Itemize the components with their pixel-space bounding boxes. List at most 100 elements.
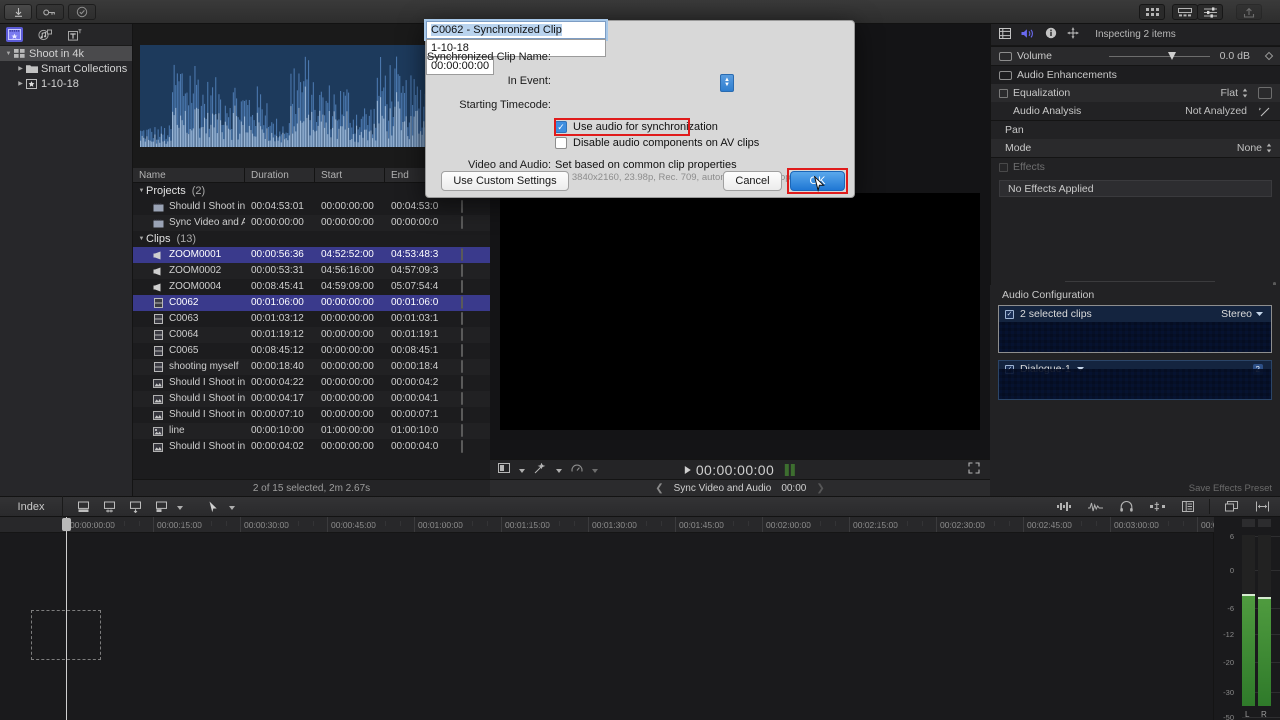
viewer-fullscreen-button[interactable] (968, 462, 980, 477)
clip-row-checkbox[interactable] (455, 359, 490, 375)
timeline-index-button[interactable]: Index (0, 501, 62, 513)
audio-component-selected-clips[interactable]: ✓ 2 selected clips Stereo (998, 305, 1272, 353)
column-header-duration[interactable]: Duration (245, 168, 315, 183)
clip-row-checkbox[interactable] (455, 279, 490, 295)
table-row[interactable]: Should I Shoot in 4K or...00:04:53:0100:… (133, 199, 490, 215)
table-row[interactable]: C006200:01:06:0000:00:00:0000:01:06:0 (133, 295, 490, 311)
chevron-updown-icon[interactable] (1242, 88, 1248, 98)
clip-row-checkbox[interactable] (455, 199, 490, 215)
effects-checkbox[interactable] (999, 163, 1008, 172)
sidebar-item-shoot-in-4k[interactable]: ▼Shoot in 4k (0, 46, 132, 61)
disable-audio-checkbox[interactable] (555, 137, 567, 149)
table-row[interactable]: shooting myself00:00:18:4000:00:00:0000:… (133, 359, 490, 375)
table-row[interactable]: Should I Shoot in 4K or...00:00:04:0200:… (133, 439, 490, 455)
viewer-effects-button[interactable] (534, 463, 547, 477)
equalization-value[interactable]: Flat (1220, 87, 1238, 99)
audio-enhancements-row[interactable]: Audio Enhancements (991, 66, 1280, 84)
disable-audio-checkbox-row[interactable]: Disable audio components on AV clips (555, 137, 759, 149)
table-row[interactable]: Sync Video and Audio00:00:00:0000:00:00:… (133, 215, 490, 231)
zoom-to-fit-button[interactable] (1252, 499, 1272, 515)
timeline-index-toggle-button[interactable] (1178, 499, 1198, 515)
clip-appearance-button[interactable] (1221, 499, 1241, 515)
adjust-volume-button[interactable] (1054, 499, 1074, 515)
column-header-name[interactable]: Name (133, 168, 245, 183)
select-tool-button[interactable] (203, 499, 223, 515)
in-event-stepper[interactable]: ▲ ▼ (720, 74, 734, 92)
transitions-browser-button[interactable] (1172, 4, 1198, 20)
disclosure-closed-icon[interactable]: ▶ (16, 65, 25, 72)
audio-meters[interactable]: 60-6-12-20-30-50-∞ L R (1214, 517, 1280, 720)
playhead-handle[interactable] (62, 518, 71, 531)
append-to-storyline-button[interactable] (73, 499, 93, 515)
clip-row-checkbox[interactable] (455, 343, 490, 359)
import-media-button[interactable] (4, 4, 32, 20)
table-row[interactable]: Should I Shoot in 4K or...00:00:04:2200:… (133, 375, 490, 391)
titles-generators-tab[interactable] (66, 27, 83, 42)
viewer-playback-speed-button[interactable] (571, 463, 583, 477)
volume-slider-knob[interactable] (1168, 52, 1176, 60)
chevron-updown-icon[interactable] (1266, 143, 1272, 153)
clip-row-checkbox[interactable] (455, 423, 490, 439)
insert-clip-button[interactable] (99, 499, 119, 515)
clip-row-checkbox[interactable] (455, 311, 490, 327)
clip-row-checkbox[interactable] (455, 327, 490, 343)
solo-button[interactable] (1116, 499, 1136, 515)
chevron-down-icon-3[interactable] (592, 464, 598, 476)
table-row[interactable]: Should I Shoot in 4K or...00:00:04:1700:… (133, 391, 490, 407)
effects-browser-button[interactable] (1139, 4, 1165, 20)
chevron-down-icon-tools[interactable] (177, 501, 183, 513)
timeline-canvas[interactable] (0, 533, 1214, 720)
volume-value[interactable]: 0.0 dB (1220, 50, 1250, 62)
sidebar-item-smart-collections[interactable]: ▶Smart Collections (0, 61, 132, 76)
use-custom-settings-button[interactable]: Use Custom Settings (441, 171, 569, 191)
clip-row-checkbox[interactable] (455, 407, 490, 423)
connect-clip-button[interactable] (151, 499, 171, 515)
equalization-checkbox[interactable] (999, 89, 1008, 98)
volume-slider[interactable] (1109, 56, 1209, 57)
chevron-down-icon-1[interactable] (519, 464, 525, 476)
viewer-canvas[interactable] (500, 193, 980, 430)
timeline-forward-button[interactable]: ❯ (816, 483, 824, 494)
save-effects-preset-button[interactable]: Save Effects Preset (1189, 483, 1272, 494)
timeline-ruler[interactable]: 00:00:00:0000:00:15:0000:00:30:0000:00:4… (0, 517, 1214, 533)
clip-row-checkbox[interactable] (455, 391, 490, 407)
column-header-start[interactable]: Start (315, 168, 385, 183)
table-row[interactable]: ZOOM000200:00:53:3104:56:16:0004:57:09:3 (133, 263, 490, 279)
effects-row[interactable]: Effects (991, 158, 1280, 176)
clip-name-input[interactable]: C0062 - Synchronized Clip (426, 21, 606, 39)
equalization-editor-button[interactable] (1258, 87, 1272, 99)
analyze-wand-icon[interactable] (1259, 106, 1272, 117)
equalization-row[interactable]: Equalization Flat (991, 84, 1280, 102)
table-row[interactable]: C006300:01:03:1200:00:00:0000:01:03:1 (133, 311, 490, 327)
keyword-button[interactable] (36, 4, 64, 20)
disclosure-open-icon[interactable]: ▼ (4, 51, 13, 57)
clip-row-checkbox[interactable] (455, 295, 490, 311)
chevron-down-icon[interactable] (1256, 312, 1263, 316)
table-row[interactable]: ZOOM000400:08:45:4104:59:09:0005:07:54:4 (133, 279, 490, 295)
volume-row[interactable]: Volume 0.0 dB (991, 47, 1280, 65)
overwrite-clip-button[interactable] (125, 499, 145, 515)
photos-audio-tab[interactable] (36, 27, 53, 42)
table-row[interactable]: line00:00:10:0001:00:00:0001:00:10:0 (133, 423, 490, 439)
clip-row-checkbox[interactable] (455, 247, 490, 263)
clip-row-checkbox[interactable] (455, 263, 490, 279)
clip-row-checkbox[interactable] (455, 215, 490, 231)
cancel-button[interactable]: Cancel (723, 171, 782, 191)
viewer-display-options-button[interactable] (498, 463, 510, 476)
inspector-button[interactable] (1197, 4, 1223, 20)
component-enable-checkbox-1[interactable]: ✓ (1005, 310, 1014, 319)
table-row[interactable]: C006500:08:45:1200:00:00:0000:08:45:1 (133, 343, 490, 359)
chevron-down-icon-select[interactable] (229, 501, 235, 513)
playhead[interactable] (66, 517, 67, 720)
viewer-audio-meter[interactable] (785, 464, 795, 476)
chevron-down-icon-2[interactable] (556, 464, 562, 476)
table-row[interactable]: ZOOM000100:00:56:3604:52:52:0004:53:48:3 (133, 247, 490, 263)
audio-skimming-button[interactable] (1085, 499, 1105, 515)
audio-component-dialogue[interactable]: ✓ Dialogue-1 2 (998, 360, 1272, 400)
pan-mode-row[interactable]: Mode None (991, 139, 1280, 157)
disclosure-closed-icon[interactable]: ▶ (16, 80, 25, 87)
table-row[interactable]: C006400:01:19:1200:00:00:0000:01:19:1 (133, 327, 490, 343)
timeline-back-button[interactable]: ❮ (655, 483, 663, 494)
component-channel-value-1[interactable]: Stereo (1221, 308, 1252, 320)
table-row[interactable]: Should I Shoot in 4K or...00:00:07:1000:… (133, 407, 490, 423)
